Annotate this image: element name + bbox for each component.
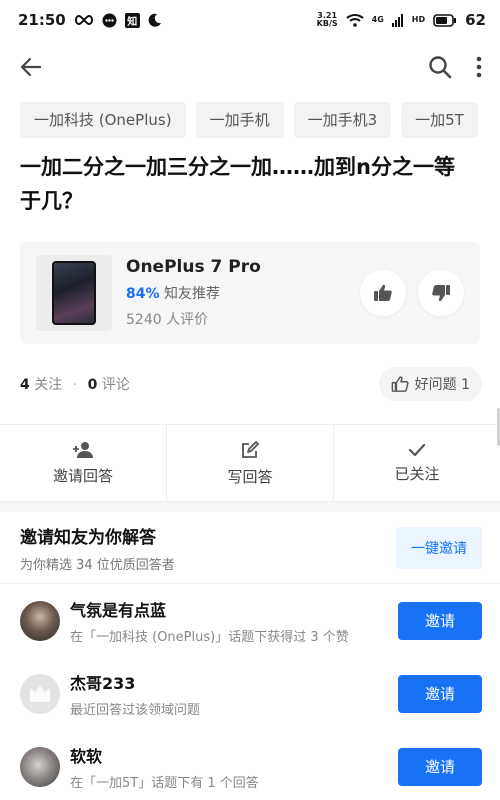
product-card[interactable]: OnePlus 7 Pro 84% 知友推荐 5240 人评价 xyxy=(20,242,480,344)
topic-tag[interactable]: 一加手机 xyxy=(195,102,284,138)
thumbs-up-button[interactable] xyxy=(360,270,406,316)
recommend-percent: 84% xyxy=(126,286,160,302)
topic-tag[interactable]: 一加科技 (OnePlus) xyxy=(20,102,186,138)
section-divider xyxy=(0,502,500,512)
invite-user-row: 软软 在「一加5T」话题下有 1 个回答 邀请 xyxy=(0,730,500,800)
meta-separator: · xyxy=(72,377,78,393)
battery-level: 62 xyxy=(465,11,486,29)
good-question-button[interactable]: 好问题 1 xyxy=(378,367,482,401)
user-description: 最近回答过该领域问题 xyxy=(70,702,201,718)
default-avatar-icon xyxy=(30,685,50,702)
net-speed-unit: KB/S xyxy=(316,19,338,28)
battery-icon xyxy=(433,13,457,27)
follow-label: 关注 xyxy=(34,377,63,393)
zhihu-notification-icon: 知 xyxy=(124,12,140,28)
action-row: 邀请回答 写回答 已关注 xyxy=(0,424,500,502)
followed-button[interactable]: 已关注 xyxy=(334,425,500,501)
one-key-invite-button[interactable]: 一键邀请 xyxy=(396,526,482,569)
invite-answer-label: 邀请回答 xyxy=(52,466,113,485)
net-speed: 3.21 KB/S xyxy=(317,12,338,28)
wifi-icon xyxy=(345,13,364,27)
network-type: 4G xyxy=(371,15,384,24)
avatar[interactable] xyxy=(20,600,60,641)
invite-user-row: 杰哥233 最近回答过该领域问题 邀请 xyxy=(0,657,500,730)
good-question-label: 好问题 1 xyxy=(414,377,470,393)
thumbs-down-button[interactable] xyxy=(418,270,464,316)
comment-label[interactable]: 评论 xyxy=(102,377,130,393)
invite-subtitle: 为你精选 34 位优质回答者 xyxy=(20,557,175,573)
invite-answer-button[interactable]: 邀请回答 xyxy=(0,425,167,501)
signal-icon xyxy=(391,13,404,27)
user-description: 在「一加5T」话题下有 1 个回答 xyxy=(70,775,259,791)
question-meta: 4 关注 · 0 评论 好问题 1 xyxy=(0,344,500,424)
avatar[interactable] xyxy=(20,673,60,714)
phone-image xyxy=(52,261,96,325)
user-info: 气氛是有点蓝 在「一加科技 (OnePlus)」话题下获得过 3 个赞 xyxy=(70,597,390,645)
nav-actions xyxy=(428,55,482,79)
user-info: 软软 在「一加5T」话题下有 1 个回答 xyxy=(70,743,390,791)
user-name[interactable]: 气氛是有点蓝 xyxy=(70,597,390,621)
thumbs-down-icon xyxy=(431,283,451,303)
user-description: 在「一加科技 (OnePlus)」话题下获得过 3 个赞 xyxy=(70,629,349,645)
back-arrow-icon[interactable] xyxy=(20,56,42,78)
invite-button[interactable]: 邀请 xyxy=(398,674,482,713)
invite-header-text: 邀请知友为你解答 为你精选 34 位优质回答者 xyxy=(20,523,175,573)
infinity-icon xyxy=(74,14,94,26)
comment-count: 0 xyxy=(87,377,98,393)
avatar[interactable] xyxy=(20,746,60,787)
check-icon xyxy=(408,443,426,457)
status-bar: 21:50 知 3.21 KB/S 4G HD 62 xyxy=(0,0,500,40)
user-name[interactable]: 杰哥233 xyxy=(70,670,390,694)
product-info: OnePlus 7 Pro 84% 知友推荐 5240 人评价 xyxy=(126,257,348,329)
product-reviews: 5240 人评价 xyxy=(126,312,209,328)
user-info: 杰哥233 最近回答过该领域问题 xyxy=(70,670,390,718)
status-right: 3.21 KB/S 4G HD 62 xyxy=(317,11,486,29)
invite-header: 邀请知友为你解答 为你精选 34 位优质回答者 一键邀请 xyxy=(0,512,500,584)
moon-icon xyxy=(148,13,162,27)
status-left: 21:50 知 xyxy=(18,11,162,29)
invite-user-row: 气氛是有点蓝 在「一加科技 (OnePlus)」话题下获得过 3 个赞 邀请 xyxy=(0,584,500,657)
search-icon[interactable] xyxy=(428,55,452,79)
write-answer-button[interactable]: 写回答 xyxy=(167,425,334,501)
write-answer-label: 写回答 xyxy=(227,467,273,486)
user-name[interactable]: 软软 xyxy=(70,743,390,767)
status-time: 21:50 xyxy=(18,11,66,29)
meta-stats: 4 关注 · 0 评论 xyxy=(20,374,130,394)
product-name: OnePlus 7 Pro xyxy=(126,257,261,277)
topic-tag[interactable]: 一加手机3 xyxy=(293,102,392,138)
top-nav xyxy=(0,40,500,94)
invite-button[interactable]: 邀请 xyxy=(398,601,482,640)
more-vertical-icon[interactable] xyxy=(476,56,482,78)
hd-badge: HD xyxy=(411,15,426,24)
invite-title: 邀请知友为你解答 xyxy=(20,527,156,548)
edit-icon xyxy=(240,440,260,460)
follow-count: 4 xyxy=(20,377,30,393)
invite-button[interactable]: 邀请 xyxy=(398,747,482,786)
question-title: 一加二分之一加三分之一加……加到n分之一等于几？ xyxy=(20,155,455,213)
topic-tag[interactable]: 一加5T xyxy=(401,102,478,138)
recommend-label: 知友推荐 xyxy=(163,286,220,302)
thumbs-up-icon xyxy=(373,283,393,303)
product-image xyxy=(36,255,112,331)
thumbs-up-outline-icon xyxy=(391,375,409,393)
topic-tags: 一加科技 (OnePlus) 一加手机 一加手机3 一加5T xyxy=(0,94,500,142)
followed-label: 已关注 xyxy=(394,464,440,483)
product-recommend: 84% 知友推荐 xyxy=(126,283,348,303)
chat-bubble-icon xyxy=(102,13,117,28)
add-person-icon xyxy=(72,441,94,459)
